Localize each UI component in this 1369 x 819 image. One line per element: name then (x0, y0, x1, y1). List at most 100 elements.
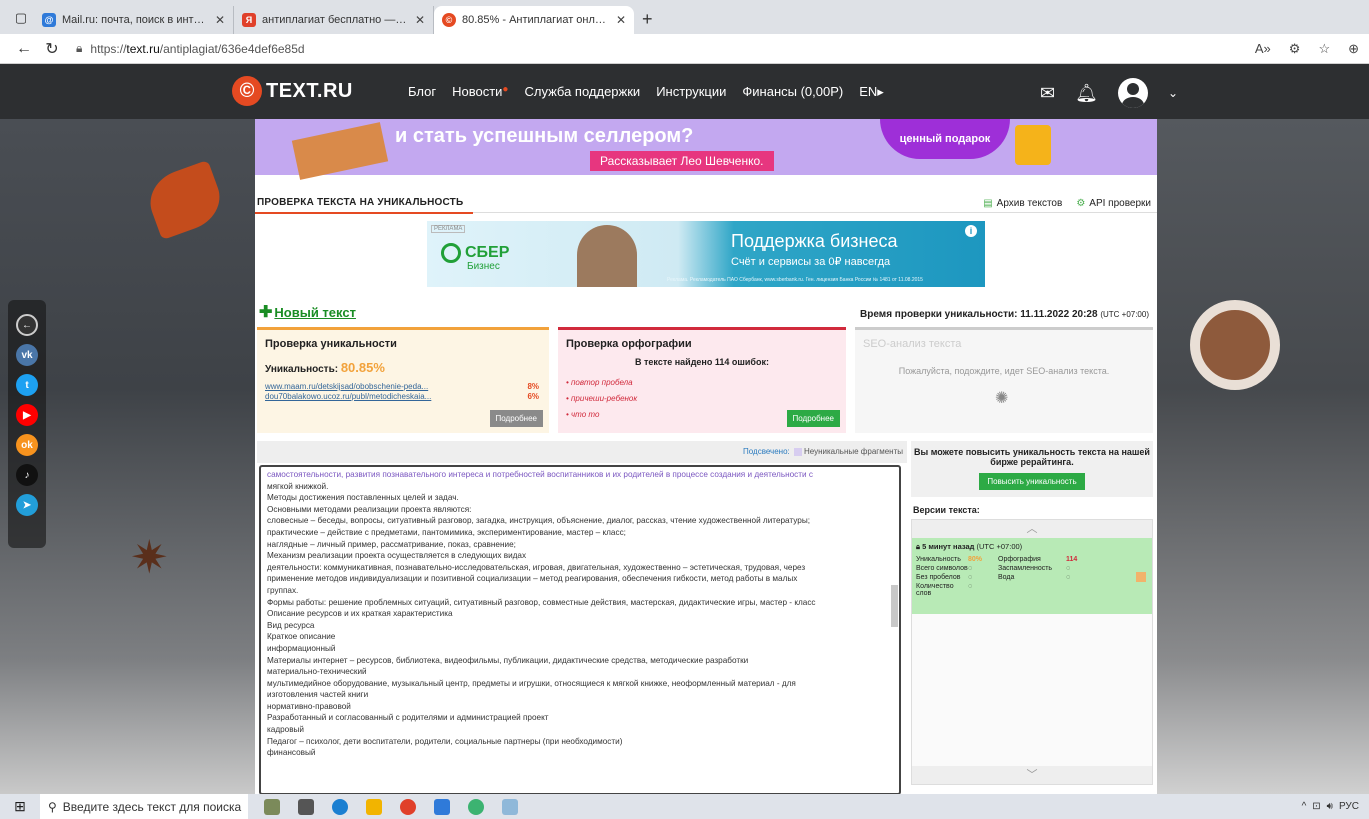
close-tab-icon[interactable]: ✕ (215, 13, 225, 27)
url-prefix: https:// (90, 41, 127, 56)
chevron-down-icon[interactable]: ⌄ (1168, 86, 1178, 100)
version-tz: (UTC +07:00) (976, 542, 1023, 551)
edge-icon[interactable] (332, 798, 348, 815)
tiktok-icon[interactable]: ♪ (16, 464, 38, 486)
api-link[interactable]: ⚙ API проверки (1076, 198, 1151, 209)
tab-actions-icon[interactable]: ▢ (8, 6, 34, 30)
youtube-icon[interactable]: ▶ (16, 404, 38, 426)
site-logo[interactable]: © TEXT.RU (232, 76, 353, 106)
source-link[interactable]: www.maam.ru/detskijsad/obobschenie-peda.… (265, 382, 451, 391)
new-tab-button[interactable]: + (642, 9, 653, 30)
chrome-icon[interactable] (468, 798, 484, 815)
task-view-icon[interactable] (298, 798, 314, 815)
back-icon[interactable]: ← (16, 314, 38, 336)
spelling-details-button[interactable]: Подробнее (786, 410, 840, 427)
versions-title: Версии текста: (913, 505, 980, 515)
menu-support[interactable]: Служба поддержки (524, 84, 640, 100)
weather-icon[interactable] (264, 798, 280, 815)
menu-lang[interactable]: EN▸ (859, 84, 884, 100)
taskbar-search-text: Введите здесь текст для поиска (62, 799, 242, 814)
windows-start-icon[interactable]: ⊞ (0, 798, 40, 815)
system-tray: ^ ⊡ 🔊︎ РУС (1302, 801, 1369, 812)
version-item[interactable]: 🔒︎ 5 минут назад (UTC +07:00) Уникальнос… (912, 538, 1152, 614)
page-content: и стать успешным селлером? Рассказывает … (255, 119, 1157, 794)
menu-instructions[interactable]: Инструкции (656, 84, 726, 100)
text-line-highlighted: самостоятельности, развития познавательн… (267, 470, 813, 479)
mail-icon[interactable]: ✉ (1040, 83, 1055, 104)
source-link[interactable]: dou70balakowo.ucoz.ru/publ/metodicheskai… (265, 392, 451, 401)
metric-value: 80% (968, 556, 983, 563)
chevron-up-icon[interactable]: ^ (1302, 801, 1307, 812)
spelling-error-item[interactable]: • повтор пробела (566, 378, 633, 387)
spelling-card: Проверка орфографии В тексте найдено 114… (558, 327, 846, 433)
menu-news[interactable]: Новости● (452, 84, 508, 100)
favorites-icon[interactable]: ☆ (1318, 41, 1330, 57)
close-tab-icon[interactable]: ✕ (415, 13, 425, 27)
new-text-link[interactable]: ✚ Новый текст (259, 302, 356, 322)
back-icon[interactable]: ← (10, 40, 38, 58)
url-field[interactable]: 🔒︎ https://text.ru/antiplagiat/636e4def6… (76, 41, 305, 56)
browser-tab-1[interactable]: @ Mail.ru: почта, поиск в интерне ✕ (34, 6, 234, 34)
taskbar-search[interactable]: ⚲ Введите здесь текст для поиска (40, 794, 248, 819)
info-icon[interactable]: i (965, 225, 977, 237)
text-line: нормативно-правовой (267, 701, 351, 711)
metric-label: Количество слов (916, 583, 954, 597)
spelling-error-text: причеши-ребенок (571, 394, 638, 403)
lock-icon: 🔒︎ (916, 542, 920, 551)
tab-title: 80.85% - Антиплагиат онлайн, (462, 14, 610, 26)
banner-prize: ценный подарок (880, 119, 1010, 159)
spelling-error-item[interactable]: • причеши-ребенок (566, 394, 637, 403)
ok-icon[interactable]: ok (16, 434, 38, 456)
text-line: Вид ресурса (267, 620, 315, 630)
sber-brand-sub: Бизнес (467, 261, 500, 272)
spelling-error-item[interactable]: • что то (566, 410, 599, 419)
increase-uniqueness-button[interactable]: Повысить уникальность (979, 473, 1085, 490)
lock-icon: 🔒︎ (76, 41, 83, 55)
vk-icon[interactable]: vk (16, 344, 38, 366)
sber-ad-banner[interactable]: РЕКЛАМА СБЕР Бизнес Поддержка бизнеса Сч… (427, 221, 985, 287)
network-icon[interactable]: ⊡ (1312, 801, 1320, 812)
archive-icon: ▤ (983, 198, 993, 209)
text-line: Формы работы: решение проблемных ситуаци… (267, 597, 816, 607)
collections-icon[interactable]: ⊕ (1348, 41, 1359, 57)
app-icon[interactable] (502, 798, 518, 815)
main-menu: Блог Новости● Служба поддержки Инструкци… (408, 84, 884, 100)
rewrite-promo-text: Вы можете повысить уникальность текста н… (914, 447, 1150, 467)
chevron-down-icon[interactable]: ﹀ (912, 766, 1152, 784)
close-tab-icon[interactable]: ✕ (616, 13, 626, 27)
check-time-label: Время проверки уникальности: 11.11.2022 … (860, 309, 1098, 320)
read-aloud-icon[interactable]: A» (1255, 41, 1271, 57)
browser-tab-2[interactable]: Я антиплагиат бесплатно — Янде ✕ (234, 6, 434, 34)
file-explorer-icon[interactable] (366, 798, 382, 815)
uniqueness-card: Проверка уникальности Уникальность: 80.8… (257, 327, 549, 433)
browser-tab-3[interactable]: © 80.85% - Антиплагиат онлайн, ✕ (434, 6, 634, 34)
uniqueness-details-button[interactable]: Подробнее (489, 410, 543, 427)
ad-subheadline: Счёт и сервисы за 0₽ навсегда (731, 256, 891, 268)
reload-icon[interactable]: ↻ (38, 39, 66, 59)
text-line: Основными методами реализации проекта яв… (267, 504, 472, 514)
uniqueness-value: 80.85% (340, 360, 385, 375)
text-scrollbar[interactable] (891, 585, 898, 627)
chevron-up-icon[interactable]: ︿ (912, 520, 1152, 538)
menu-blog[interactable]: Блог (408, 84, 436, 100)
language-indicator[interactable]: РУС (1339, 801, 1359, 812)
url-host: text.ru (126, 41, 160, 56)
bell-icon[interactable]: 🔔︎ (1075, 83, 1098, 104)
menu-finance[interactable]: Финансы (0,00Р) (742, 84, 843, 100)
avatar[interactable] (1117, 78, 1148, 108)
ad-person-image (577, 225, 637, 287)
yandex-browser-icon[interactable] (400, 798, 416, 815)
checked-text-area[interactable]: самостоятельности, развития познавательн… (259, 465, 901, 794)
metric-label: Орфография (998, 556, 1041, 563)
twitter-icon[interactable]: t (16, 374, 38, 396)
mail-app-icon[interactable] (434, 798, 450, 815)
extensions-icon[interactable]: ⚙ (1289, 41, 1301, 57)
text-line: деятельности: коммуникативная, познавате… (267, 562, 806, 572)
archive-link[interactable]: ▤ Архив текстов (983, 198, 1062, 209)
volume-icon[interactable]: 🔊︎ (1327, 801, 1333, 812)
highlight-value[interactable]: Неуникальные фрагменты (804, 447, 903, 456)
telegram-icon[interactable]: ➤ (16, 494, 38, 516)
version-delete-icon[interactable] (1136, 572, 1146, 582)
top-banner-ad[interactable]: и стать успешным селлером? Рассказывает … (255, 119, 1157, 180)
star-anise-decoration: ✷ (130, 531, 169, 583)
